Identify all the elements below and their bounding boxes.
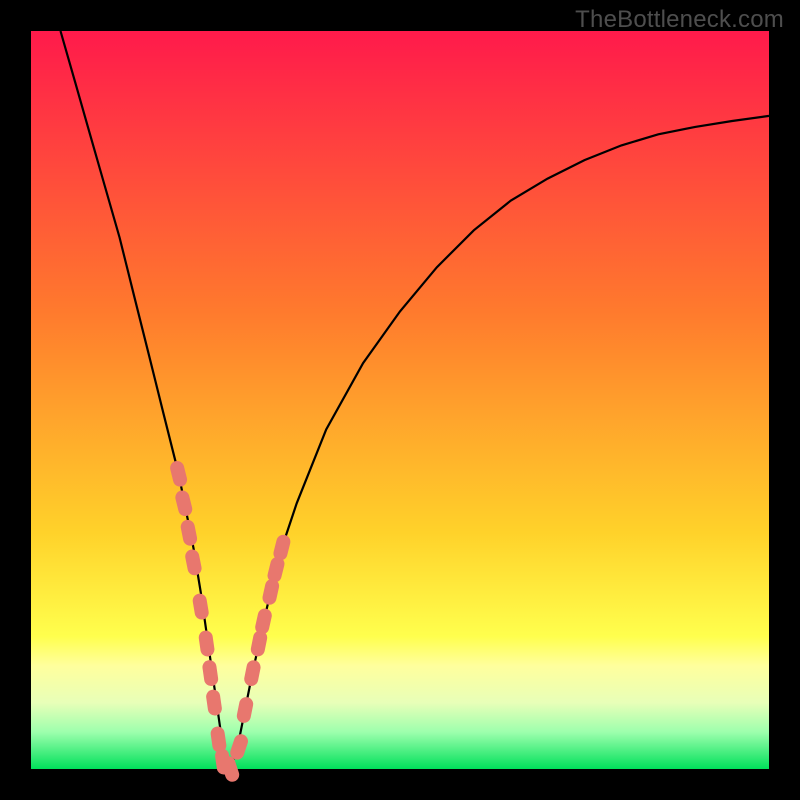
marker [174,489,194,518]
marker [250,629,269,657]
marker [198,630,216,658]
curve-markers [169,459,292,783]
marker [169,459,189,488]
marker [205,689,223,717]
watermark-text: TheBottleneck.com [575,6,784,34]
marker [202,659,220,687]
chart-svg [31,31,769,769]
chart-frame: TheBottleneck.com [0,0,800,800]
marker [179,519,198,547]
marker [261,578,280,606]
marker [192,593,210,621]
marker [243,659,262,687]
bottleneck-curve [61,31,770,769]
marker [272,533,292,562]
marker [184,548,203,576]
marker [254,607,273,635]
plot-area [31,31,769,769]
marker [236,696,255,724]
